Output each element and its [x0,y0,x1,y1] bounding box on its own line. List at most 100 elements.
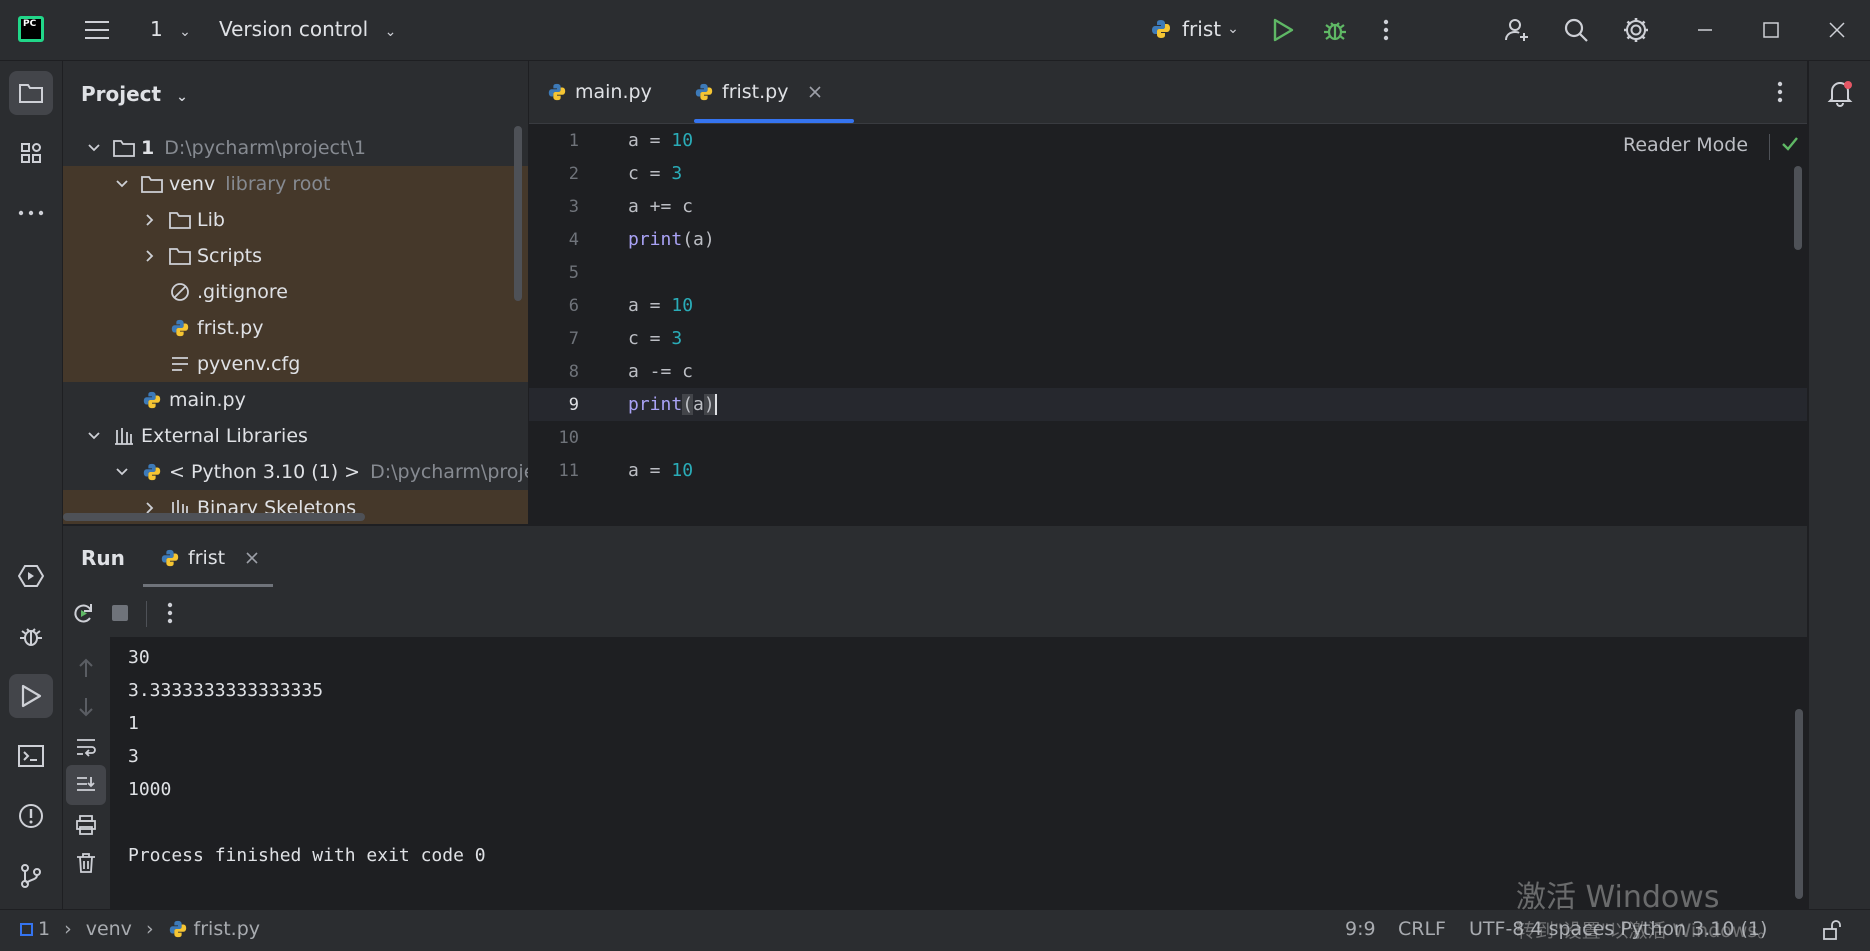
tree-item-label: venv [169,173,216,195]
arrow-up-icon[interactable] [66,648,106,688]
console-scrollbar[interactable] [1795,709,1803,899]
tree-item-frist-py[interactable]: frist.py [63,310,528,346]
code-editor[interactable]: 1 2 3 4 5 6 7 8 9 10 11 a = 10 c = 3 a +… [529,124,1807,524]
more-tabs-icon[interactable] [1760,72,1800,112]
problems-icon[interactable] [9,794,53,838]
tree-item-gitignore[interactable]: .gitignore [63,274,528,310]
vertical-scrollbar[interactable] [514,126,522,301]
tree-item-venv[interactable]: venv library root [63,166,528,202]
structure-icon[interactable] [9,131,53,175]
module-icon [20,922,33,936]
debug-tool-icon[interactable] [9,614,53,658]
stop-icon[interactable] [100,593,140,633]
arrow-down-icon[interactable] [66,687,106,727]
folder-icon [141,173,163,195]
minimize-icon[interactable] [1685,10,1725,50]
lock-icon[interactable] [1822,919,1842,941]
scroll-to-end-icon[interactable] [66,765,106,805]
chevron-down-icon: ⌄ [179,24,191,40]
line-number: 5 [568,263,579,283]
tree-item-python-sdk[interactable]: < Python 3.10 (1) > D:\pycharm\project [63,454,528,490]
run-toolbar [63,589,1807,637]
project-switcher[interactable]: 1 ⌄ [150,17,191,41]
main-menu-icon[interactable] [77,10,117,50]
chevron-down-icon [113,463,131,481]
more-actions-icon[interactable] [150,593,190,633]
gear-icon[interactable] [1616,10,1656,50]
python-icon [141,461,163,483]
tab-frist-py[interactable]: frist.py [694,61,822,123]
run-console[interactable]: 30 3.3333333333333335 1 3 1000 Process f… [110,637,1807,909]
rerun-icon[interactable] [63,593,103,633]
tab-label: main.py [575,81,652,103]
code-line: print(a) [628,394,717,415]
console-line: Process finished with exit code 0 [128,845,486,866]
run-tool-icon[interactable] [9,674,53,718]
more-tools-icon[interactable] [9,191,53,235]
trash-icon[interactable] [66,843,106,883]
vcs-widget[interactable]: Version control ⌄ [219,17,396,41]
horizontal-scrollbar[interactable] [63,513,365,521]
editor-tab-bar: main.py frist.py [529,61,1807,124]
line-number: 4 [568,230,579,250]
console-line: 1000 [128,779,172,800]
services-icon[interactable] [9,554,53,598]
vcs-label: Version control [219,17,369,41]
close-icon[interactable] [1817,10,1857,50]
editor-scrollbar[interactable] [1794,166,1802,250]
git-icon[interactable] [9,854,53,898]
tree-item-external-libraries[interactable]: External Libraries [63,418,528,454]
tree-item-label: External Libraries [141,425,308,447]
line-separator[interactable]: CRLF [1398,918,1446,940]
code-line: print(a) [628,229,715,250]
debug-icon[interactable] [1315,10,1355,50]
chevron-down-icon [113,175,131,193]
print-icon[interactable] [66,805,106,845]
tree-item-main-py[interactable]: main.py [63,382,528,418]
run-icon[interactable] [1263,10,1303,50]
right-tool-strip [1808,61,1870,909]
tree-item-label: main.py [169,389,246,411]
maximize-icon[interactable] [1751,10,1791,50]
caret-position[interactable]: 9:9 [1345,918,1376,940]
divider [1769,134,1770,160]
search-icon[interactable] [1556,10,1596,50]
terminal-icon[interactable] [9,734,53,778]
left-tool-strip [0,61,63,909]
breadcrumb-file[interactable]: frist.py [194,918,260,940]
folder-icon [169,209,191,231]
run-panel-title[interactable]: Run [81,546,125,570]
inspection-ok-icon[interactable] [1781,136,1799,152]
close-tab-icon[interactable] [808,85,822,99]
tree-item-label: frist.py [197,317,264,339]
python-file-icon [141,389,163,411]
run-config-selector[interactable]: frist ⌄ [1150,17,1239,41]
python-file-icon [548,83,566,101]
soft-wrap-icon[interactable] [66,727,106,767]
run-tab-label: frist [188,546,226,569]
tree-item-scripts[interactable]: Scripts [63,238,528,274]
python-file-icon [169,317,191,339]
library-icon [113,425,135,447]
tree-item-lib[interactable]: Lib [63,202,528,238]
run-tab-frist[interactable]: frist [160,526,259,589]
ignore-file-icon [169,281,191,303]
project-tool-icon[interactable] [9,71,53,115]
project-panel-title[interactable]: Project ⌄ [81,82,188,106]
tree-item-project-root[interactable]: 1 D:\pycharm\project\1 [63,130,528,166]
tab-main-py[interactable]: main.py [547,61,652,123]
pycharm-logo: PC [18,16,44,42]
active-run-tab-indicator [143,584,273,587]
chevron-right-icon: › [145,918,154,940]
chevron-down-icon: ⌄ [1227,21,1239,37]
notifications-icon[interactable] [1818,71,1862,115]
tree-item-pyvenv-cfg[interactable]: pyvenv.cfg [63,346,528,382]
tree-item-label: pyvenv.cfg [197,353,301,375]
add-user-icon[interactable] [1497,10,1537,50]
more-actions-icon[interactable] [1366,10,1406,50]
breadcrumb-folder[interactable]: venv [86,918,132,940]
line-number: 8 [568,362,579,382]
breadcrumb-project[interactable]: 1 [38,918,50,940]
reader-mode-button[interactable]: Reader Mode [1623,134,1748,156]
close-tab-icon[interactable] [245,551,259,565]
